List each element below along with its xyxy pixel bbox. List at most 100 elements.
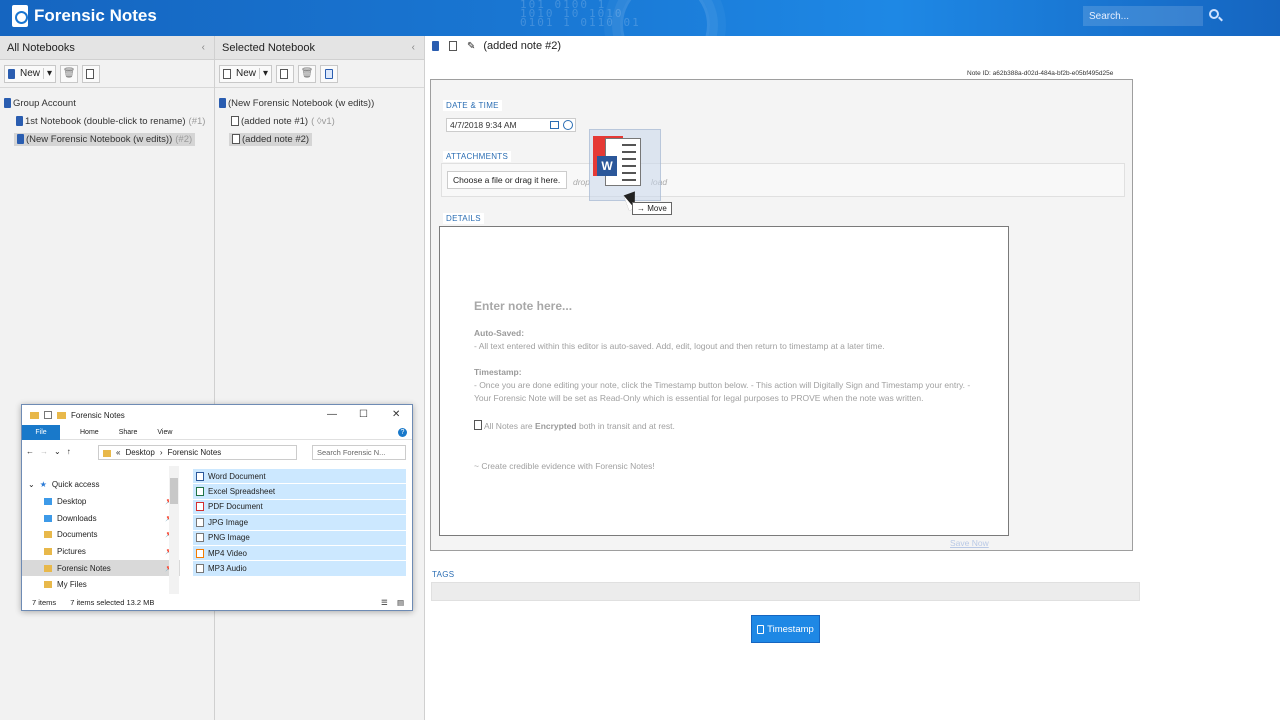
encrypted-post: both in transit and at rest. — [576, 421, 675, 431]
copy-icon — [280, 68, 289, 79]
tab-home[interactable]: Home — [80, 429, 99, 436]
path-forensic-notes[interactable]: Forensic Notes — [167, 448, 221, 457]
note-id: Note ID: a62b388a-d02d-484a-bf2b-e05bf49… — [967, 70, 1114, 77]
folder-icon — [44, 547, 52, 555]
note-title[interactable]: (added note #2) — [483, 40, 561, 52]
file-item-pdf[interactable]: PDF Document — [193, 499, 406, 516]
clock-icon[interactable] — [563, 120, 573, 130]
nav-my-files[interactable]: My Files — [22, 576, 180, 592]
tree-item-notebook[interactable]: (New Forensic Notebook (w edits)) — [219, 94, 420, 112]
tree-item-note-2[interactable]: (added note #2) — [219, 130, 420, 148]
duplicate-button[interactable] — [320, 64, 339, 83]
nav-label: Documents — [57, 529, 98, 539]
tags-label: Tags — [432, 570, 455, 579]
dropdown-arrow-icon[interactable]: ▾ — [43, 68, 52, 79]
tags-input[interactable] — [431, 582, 1140, 601]
tab-share[interactable]: Share — [119, 429, 138, 436]
scroll-thumb[interactable] — [170, 478, 178, 504]
search-input[interactable] — [1083, 6, 1203, 26]
lock-icon — [474, 420, 482, 430]
file-item-jpg[interactable]: JPG Image — [193, 515, 406, 531]
close-icon[interactable]: ✕ — [392, 409, 400, 420]
trash-icon: 🗑 — [62, 68, 76, 79]
collapse-chevron-icon[interactable]: ‹ — [412, 42, 415, 53]
file-item-mp3[interactable]: MP3 Audio — [193, 561, 406, 577]
edit-pencil-icon[interactable]: ✎ — [467, 41, 475, 52]
tab-file[interactable]: File — [22, 424, 60, 440]
path-desktop[interactable]: Desktop — [125, 448, 154, 457]
delete-notebook-button[interactable]: 🗑 — [60, 64, 79, 83]
choose-file-button[interactable]: Choose a file or drag it here. — [447, 171, 567, 189]
file-item-mp4[interactable]: MP4 Video — [193, 545, 406, 562]
nav-pictures[interactable]: Pictures 📌 — [22, 543, 180, 559]
nav-quick-access[interactable]: ⌄ ★ Quick access — [22, 476, 180, 492]
timestamp-button[interactable]: Timestamp — [751, 615, 820, 643]
tree-item-label: 1st Notebook (double-click to rename) — [25, 115, 186, 127]
new-notebook-button[interactable]: New ▾ — [4, 64, 57, 83]
duplicate-icon — [325, 68, 334, 79]
file-name: MP4 Video — [208, 548, 247, 558]
path-overflow: « — [116, 448, 121, 457]
checkbox-icon[interactable] — [44, 411, 52, 419]
file-list: Word Document Excel Spreadsheet PDF Docu… — [193, 469, 406, 577]
explorer-ribbon: File Home Share View — [22, 424, 412, 440]
delete-note-button[interactable]: 🗑 — [298, 64, 317, 83]
expand-chevron-icon[interactable]: ⌄ — [28, 480, 35, 489]
collapse-chevron-icon[interactable]: ‹ — [202, 42, 205, 53]
note-icon[interactable] — [449, 41, 457, 51]
maximize-icon[interactable]: ☐ — [359, 409, 368, 420]
tiles-view-icon[interactable]: ▤ — [397, 598, 404, 607]
minimize-icon[interactable]: — — [327, 409, 337, 420]
file-name: Excel Spreadsheet — [208, 487, 276, 497]
back-arrow-icon[interactable]: ← — [26, 447, 34, 456]
help-icon[interactable]: ? — [398, 428, 407, 437]
note-icon — [223, 68, 231, 79]
folder-icon — [44, 497, 52, 505]
search-icon[interactable] — [1209, 9, 1219, 19]
copy-note-button[interactable] — [276, 64, 295, 83]
nav-downloads[interactable]: Downloads 📌 — [22, 510, 180, 526]
tree-item-group-account[interactable]: Group Account — [4, 94, 210, 112]
export-pdf-button[interactable] — [82, 64, 101, 83]
file-item-png[interactable]: PNG Image — [193, 530, 406, 546]
top-bar: 101 0100 1 1010 10 1010 0101 1 0110 01 For… — [0, 0, 1280, 36]
up-arrow-icon[interactable]: ↑ — [67, 447, 71, 456]
forward-arrow-icon[interactable]: → — [40, 447, 48, 456]
nav-scrollbar[interactable] — [169, 466, 179, 594]
save-now-link[interactable]: Save Now — [950, 538, 989, 548]
dropdown-arrow-icon[interactable]: ▾ — [259, 68, 268, 79]
note-icon — [231, 116, 239, 126]
encrypted-bold: Encrypted — [535, 421, 577, 431]
app-logo[interactable]: Forensic Notes — [12, 5, 157, 27]
nav-documents[interactable]: Documents 📌 — [22, 526, 180, 542]
calendar-icon[interactable] — [550, 121, 559, 129]
recent-chevron-icon[interactable]: ⌄ — [54, 447, 61, 456]
notebook-icon[interactable] — [432, 41, 439, 51]
group-icon — [4, 98, 11, 108]
folder-icon — [44, 530, 52, 538]
details-view-icon[interactable]: ☰ — [381, 598, 388, 607]
file-name: Word Document — [208, 471, 266, 481]
file-item-excel[interactable]: Excel Spreadsheet — [193, 484, 406, 500]
nav-desktop[interactable]: Desktop 📌 — [22, 493, 180, 509]
new-note-button[interactable]: New ▾ — [219, 64, 273, 83]
details-editor[interactable]: Enter note here... Auto-Saved: - All tex… — [439, 226, 1009, 536]
tree-item-note-1[interactable]: (added note #1) ( ◊v1) — [219, 112, 420, 130]
notebook-icon — [8, 68, 15, 79]
explorer-titlebar[interactable]: Forensic Notes — ☐ ✕ — [22, 405, 412, 425]
tab-view[interactable]: View — [157, 429, 172, 436]
all-notebooks-header: All Notebooks ‹ — [0, 36, 214, 60]
audio-file-icon — [196, 564, 204, 574]
file-item-word[interactable]: Word Document — [193, 469, 406, 485]
explorer-search-input[interactable]: Search Forensic N... — [312, 445, 406, 460]
tree-item-notebook-1[interactable]: 1st Notebook (double-click to rename) (#… — [4, 112, 210, 130]
nav-label: Pictures — [57, 546, 86, 556]
address-bar[interactable]: « Desktop › Forensic Notes — [98, 445, 297, 460]
tree-item-notebook-2[interactable]: (New Forensic Notebook (w edits)) (#2) — [4, 130, 210, 148]
nav-forensic-notes[interactable]: Forensic Notes 📌 — [22, 560, 180, 576]
image-file-icon — [196, 517, 204, 527]
tree-item-label: (added note #1) — [241, 115, 309, 127]
tree-item-label: (New Forensic Notebook (w edits)) — [26, 133, 173, 145]
excel-file-icon — [196, 487, 204, 497]
nav-label: Downloads — [57, 513, 97, 523]
